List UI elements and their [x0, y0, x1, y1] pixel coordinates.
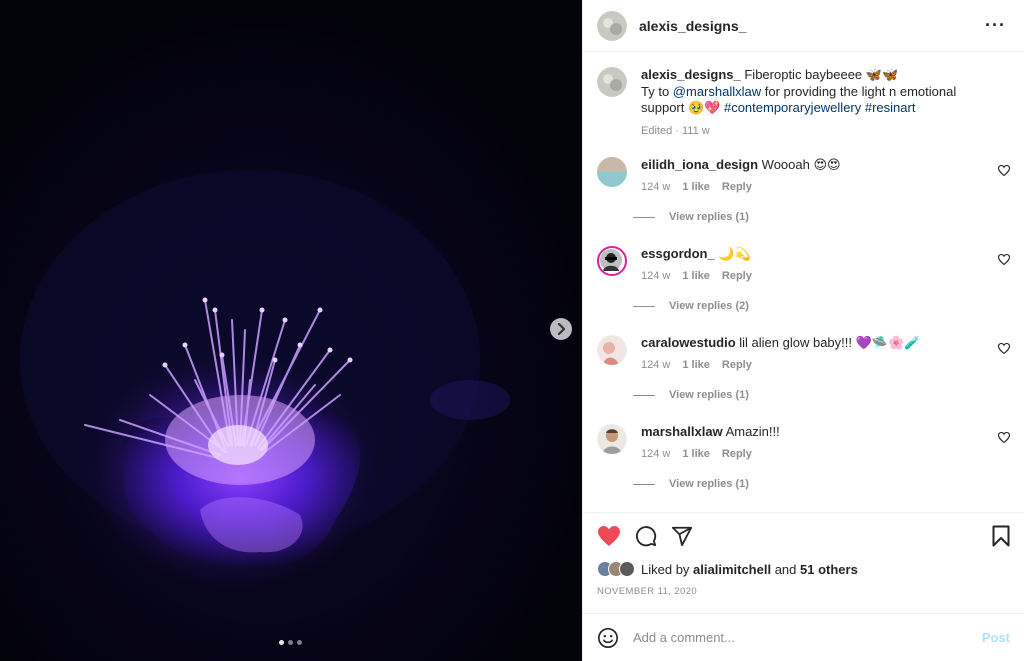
comment-item: caralowestudio lil alien glow baby!!! 💜🛸… [597, 335, 1010, 373]
post-caption: alexis_designs_ Fiberoptic baybeeee 🦋🦋 T… [597, 67, 1010, 139]
commenter-username[interactable]: caralowestudio [641, 335, 736, 350]
caption-text: Fiberoptic baybeeee 🦋🦋 [744, 67, 899, 82]
caption-meta: Edited · 111 w [641, 123, 981, 140]
comment-likes[interactable]: 1 like [682, 446, 710, 462]
replies-line [633, 394, 655, 396]
commenter-avatar[interactable] [597, 424, 627, 454]
commenter-avatar[interactable] [597, 335, 627, 365]
post-photo [0, 0, 582, 661]
replies-line [633, 483, 655, 485]
post-date: NOVEMBER 11, 2020 [597, 586, 698, 597]
likes-prefix: Liked by [641, 561, 690, 577]
comment-likes[interactable]: 1 like [682, 179, 710, 195]
commenter-avatar[interactable] [597, 157, 627, 187]
liker-avatars [597, 561, 635, 577]
likes-summary: Liked by alialimitchell and 51 others [597, 561, 1010, 577]
liked-heart-icon[interactable] [597, 525, 621, 547]
comment-item: essgordon_ 🌙💫 124 w 1 like Reply [597, 246, 1010, 284]
comment-likes[interactable]: 1 like [682, 357, 710, 373]
post-header: alexis_designs_ ··· [583, 0, 1024, 52]
caption-text: Ty to [641, 83, 673, 99]
more-options-icon[interactable]: ··· [985, 15, 1006, 36]
add-comment-bar: Post [583, 613, 1024, 661]
commenter-username[interactable]: marshallxlaw [641, 424, 723, 439]
replies-line [633, 216, 655, 218]
share-icon[interactable] [671, 525, 693, 547]
edited-label: Edited [641, 124, 673, 137]
comment-text: Woooah 😍😍 [761, 157, 841, 172]
post-comment-button[interactable]: Post [982, 630, 1010, 645]
comment-age: 124 w [641, 181, 671, 193]
comment-text: Amazin!!! [725, 424, 780, 439]
like-comment-heart-icon[interactable] [998, 343, 1010, 354]
carousel-indicator [279, 640, 302, 645]
view-replies-button[interactable]: View replies (2) [633, 300, 749, 312]
view-replies-button[interactable]: View replies (1) [633, 389, 749, 401]
comment-text: 🌙💫 [718, 246, 751, 261]
liker-avatar [619, 561, 635, 577]
meta-separator: · [672, 124, 682, 137]
like-comment-heart-icon[interactable] [998, 432, 1010, 443]
commenter-username[interactable]: essgordon_ [641, 246, 715, 261]
commenter-avatar[interactable] [597, 246, 627, 276]
view-replies-button[interactable]: View replies (1) [633, 211, 749, 223]
post-side-panel: alexis_designs_ ··· alexis_designs_ Fibe… [582, 0, 1024, 661]
comment-icon[interactable] [635, 525, 657, 547]
commenter-username[interactable]: eilidh_iona_design [641, 157, 758, 172]
caption-body: alexis_designs_ Fiberoptic baybeeee 🦋🦋 T… [641, 67, 981, 139]
likes-middle: and [771, 561, 801, 577]
view-replies-label: View replies (2) [669, 300, 749, 312]
chevron-right-icon [557, 323, 566, 335]
likes-others-link[interactable]: 51 others [800, 562, 858, 577]
post-actions: Liked by alialimitchell and 51 others NO… [583, 512, 1024, 597]
view-replies-label: View replies (1) [669, 478, 749, 490]
author-username[interactable]: alexis_designs_ [639, 18, 746, 34]
like-comment-heart-icon[interactable] [998, 254, 1010, 265]
view-replies-label: View replies (1) [669, 211, 749, 223]
comment-age: 124 w [641, 270, 671, 282]
carousel-dot-active [279, 640, 284, 645]
comment-age: 124 w [641, 448, 671, 460]
caption-username[interactable]: alexis_designs_ [641, 67, 741, 82]
comment-item: eilidh_iona_design Woooah 😍😍 124 w 1 like… [597, 157, 1010, 195]
comment-text: lil alien glow baby!!! 💜🛸🌸🧪 [739, 335, 921, 350]
comment-input[interactable] [633, 630, 982, 645]
post-media [0, 0, 582, 661]
liker-username[interactable]: alialimitchell [693, 562, 771, 577]
view-replies-label: View replies (1) [669, 389, 749, 401]
caption-hashtag[interactable]: #contemporaryjewellery [724, 100, 861, 115]
comment-likes[interactable]: 1 like [682, 268, 710, 284]
next-image-button[interactable] [550, 318, 572, 340]
author-avatar[interactable] [597, 10, 627, 41]
emoji-icon[interactable] [597, 627, 619, 649]
view-replies-button[interactable]: View replies (1) [633, 478, 749, 490]
carousel-dot [288, 640, 293, 645]
replies-line [633, 305, 655, 307]
carousel-dot [297, 640, 302, 645]
post-view: alexis_designs_ ··· alexis_designs_ Fibe… [0, 0, 1024, 661]
caption-mention[interactable]: @marshallxlaw [673, 84, 761, 99]
bookmark-icon[interactable] [992, 525, 1010, 547]
like-comment-heart-icon[interactable] [998, 165, 1010, 176]
reply-button[interactable]: Reply [722, 357, 752, 373]
comment-item: marshallxlaw Amazin!!! 124 w 1 like Reply [597, 424, 1010, 462]
caption-hashtag[interactable]: #resinart [865, 100, 916, 115]
reply-button[interactable]: Reply [722, 179, 752, 195]
comments-section: alexis_designs_ Fiberoptic baybeeee 🦋🦋 T… [583, 53, 1024, 511]
caption-age: 111 w [681, 124, 710, 137]
reply-button[interactable]: Reply [722, 446, 752, 462]
reply-button[interactable]: Reply [722, 268, 752, 284]
comment-age: 124 w [641, 359, 671, 371]
caption-author-avatar[interactable] [597, 67, 627, 97]
